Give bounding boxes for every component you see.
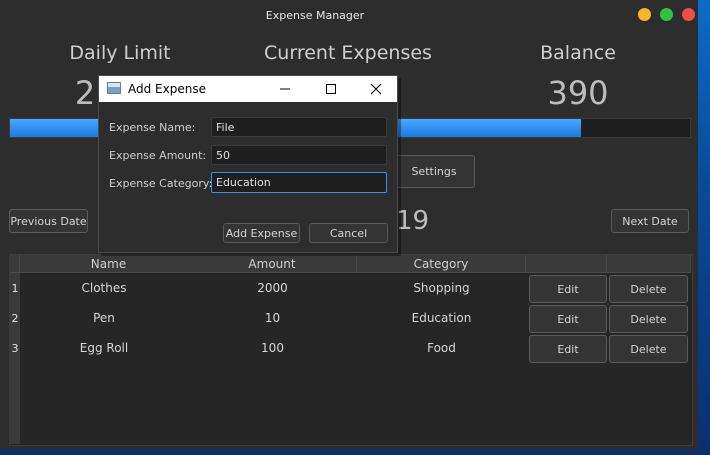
maximize-icon xyxy=(326,84,336,94)
cell-amount: 2000 xyxy=(257,281,288,295)
cell-amount: 10 xyxy=(264,311,281,325)
column-header-delete[interactable] xyxy=(607,255,691,273)
daily-limit-label: Daily Limit xyxy=(69,42,171,64)
next-date-button[interactable]: Next Date xyxy=(611,209,689,233)
dialog-minimize-button[interactable] xyxy=(262,76,308,102)
delete-button[interactable]: Delete xyxy=(609,305,688,333)
cell-category: Food xyxy=(427,341,456,355)
balance-value: 390 xyxy=(547,74,609,112)
row-number[interactable]: 3 xyxy=(10,333,20,363)
cell-name: Clothes xyxy=(81,281,127,295)
maximize-button[interactable] xyxy=(660,8,673,21)
cell-name: Egg Roll xyxy=(79,341,129,355)
edit-button[interactable]: Edit xyxy=(529,335,607,363)
previous-date-button[interactable]: Previous Date xyxy=(9,209,88,233)
cell-category: Shopping xyxy=(413,281,470,295)
expense-category-label: Expense Category: xyxy=(109,177,213,190)
current-expenses-label: Current Expenses xyxy=(264,42,432,64)
window-app-icon xyxy=(107,82,121,94)
table-corner xyxy=(10,255,20,273)
expense-amount-input[interactable] xyxy=(211,145,387,165)
column-header-edit[interactable] xyxy=(526,255,607,273)
balance-label: Balance xyxy=(540,42,616,64)
expense-name-input[interactable] xyxy=(211,117,387,137)
dialog-maximize-button[interactable] xyxy=(308,76,354,102)
delete-button[interactable]: Delete xyxy=(609,275,688,303)
desktop-background xyxy=(698,0,710,455)
expense-table: Name Amount Category 1 Clothes 2000 Shop… xyxy=(9,254,693,446)
expense-amount-label: Expense Amount: xyxy=(109,149,207,162)
close-button[interactable] xyxy=(682,8,695,21)
dialog-close-button[interactable] xyxy=(353,76,399,102)
minimize-icon xyxy=(280,88,290,90)
minimize-button[interactable] xyxy=(638,8,651,21)
column-header-name[interactable]: Name xyxy=(20,255,198,273)
dialog-title: Add Expense xyxy=(128,82,206,96)
desktop-taskbar-edge xyxy=(0,449,710,455)
app-titlebar[interactable]: Expense Manager xyxy=(0,0,698,32)
cell-amount: 100 xyxy=(261,341,284,355)
row-number[interactable]: 1 xyxy=(10,273,20,303)
cell-name: Pen xyxy=(93,311,115,325)
edit-button[interactable]: Edit xyxy=(529,275,607,303)
cell-category: Education xyxy=(411,311,472,325)
column-header-category[interactable]: Category xyxy=(357,255,526,273)
row-header-empty xyxy=(10,363,20,444)
edit-button[interactable]: Edit xyxy=(529,305,607,333)
cancel-button[interactable]: Cancel xyxy=(309,223,388,243)
app-title: Expense Manager xyxy=(265,9,365,22)
delete-button[interactable]: Delete xyxy=(609,335,688,363)
expense-name-label: Expense Name: xyxy=(109,121,196,134)
add-expense-dialog: Add Expense Expense Name: Expense Amount… xyxy=(98,75,398,253)
column-header-amount[interactable]: Amount xyxy=(188,255,357,273)
row-number[interactable]: 2 xyxy=(10,303,20,333)
settings-button[interactable]: Settings xyxy=(393,155,475,188)
expense-category-input[interactable] xyxy=(211,172,387,193)
close-icon xyxy=(370,83,382,95)
dialog-titlebar[interactable]: Add Expense xyxy=(99,76,397,102)
add-expense-button[interactable]: Add Expense xyxy=(223,223,300,243)
